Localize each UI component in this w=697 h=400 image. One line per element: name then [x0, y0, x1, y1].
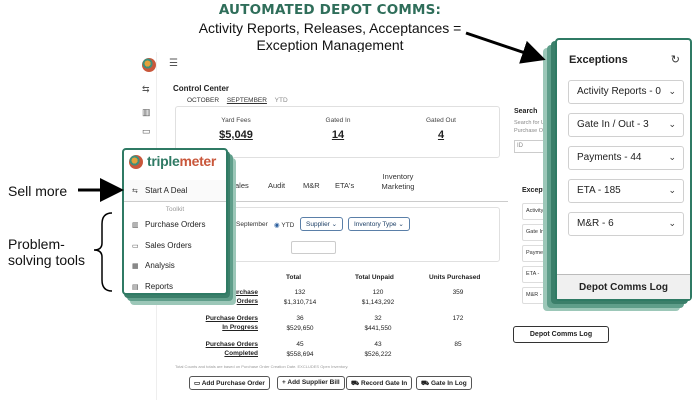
annotation-arrows: [78, 31, 546, 292]
arrow-to-exceptions: [465, 31, 546, 64]
brace: [93, 212, 113, 292]
